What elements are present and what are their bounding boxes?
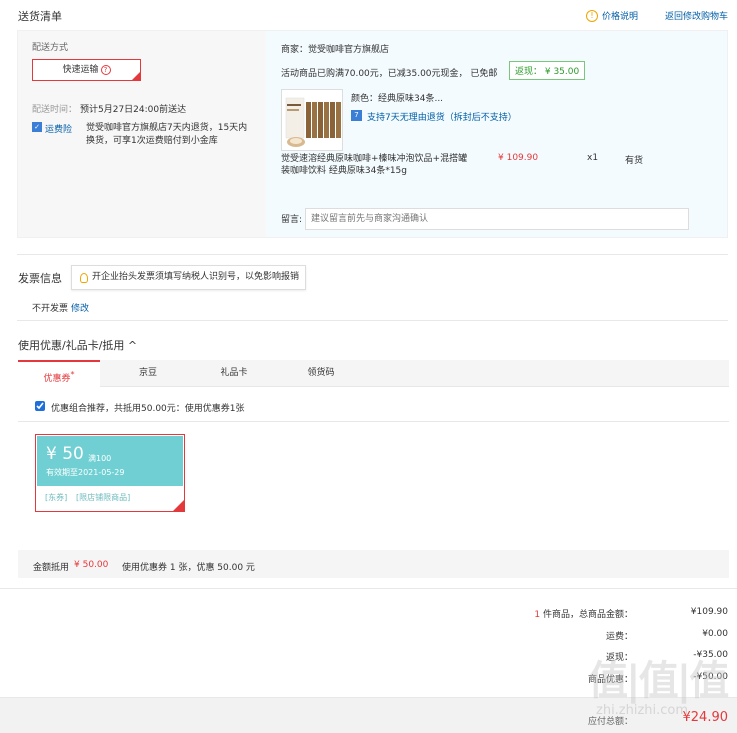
product-name-link[interactable]: 觉受速溶经典原味咖啡+榛味冲泡饮品+混搭罐装咖啡饮料 经典原味34条*15g (281, 153, 471, 177)
divider (17, 320, 728, 321)
delivery-time-label: 配送时间： (32, 105, 78, 115)
back-to-cart-link[interactable]: 返回修改购物车 (665, 9, 728, 22)
remark-input[interactable] (305, 208, 689, 230)
merchant-name: 商家：觉受咖啡官方旗舰店 (281, 45, 390, 55)
divider (17, 254, 728, 255)
shield-icon: ✓ (32, 122, 42, 132)
invoice-edit-link[interactable]: 修改 (71, 301, 89, 314)
tab-coupons-label: 优惠券 (43, 374, 71, 384)
product-image[interactable] (281, 89, 343, 151)
product-quantity: x1 (587, 153, 599, 163)
deduction-label: 金额抵用 (33, 563, 70, 573)
shipping-method-value: 快速运输 (62, 65, 99, 75)
divider (0, 588, 737, 589)
coupon-amount: ¥ 50 (46, 444, 84, 464)
combo-recommend-text: 优惠组合推荐，共抵用50.00元：使用优惠券1张 (51, 404, 245, 414)
tab-coupons[interactable]: 优惠券* (18, 360, 100, 387)
shipping-insurance-link[interactable]: 运费险 (45, 122, 72, 135)
shipping-method-button[interactable]: 快速运输? (32, 59, 141, 81)
tab-gift-card[interactable]: 礼品卡 (212, 360, 256, 387)
price-note-link[interactable]: ! 价格说明 (586, 9, 638, 22)
watermark-logo: 值|值|值 (588, 658, 729, 704)
invoice-value: 不开发票 (32, 304, 69, 314)
promo-text: 活动商品已购满70.00元，已减35.00元现金， 已免邮 (281, 69, 498, 79)
product-price: ¥ 109.90 (498, 153, 539, 163)
deduction-amount: ¥ 50.00 (74, 560, 109, 570)
items-total-label: 1 件商品，总商品金额： (534, 607, 633, 620)
cashback-badge: 返现： ¥ 35.00 (509, 61, 586, 80)
coupon-section-toggle[interactable]: 使用优惠/礼品卡/抵用 ^ (18, 337, 137, 353)
product-color: 颜色：经典原味34条... (351, 94, 444, 104)
coupon-tag-store-limit: [限店铺限商品] (76, 493, 131, 502)
items-total-value: ¥109.90 (690, 607, 728, 617)
tab-jingdou[interactable]: 京豆 (128, 360, 168, 387)
invoice-title: 发票信息 (18, 272, 62, 285)
selected-check-icon (172, 500, 184, 512)
return-policy-icon: 7 (351, 110, 362, 121)
stock-status: 有货 (625, 156, 644, 166)
help-icon[interactable]: ? (100, 65, 111, 75)
invoice-tip-text: 开企业抬头发票须填写纳税人识别号，以免影响报销 (92, 272, 300, 282)
warning-icon: ! (586, 9, 598, 22)
items-total-text: 件商品，总商品金额： (540, 610, 633, 620)
remark-label: 留言: (281, 215, 303, 225)
combo-recommend-checkbox[interactable] (35, 401, 45, 411)
coupon-validity: 有效期至2021-05-29 (46, 468, 125, 477)
watermark-url: zhi.zhizhi.com (596, 703, 689, 718)
return-policy-text: 支持7天无理由退货（拆封后不支持） (367, 113, 517, 123)
delivery-time-value: 预计5月27日24:00前送达 (80, 105, 187, 115)
coupon-tag-jd: [东券] (45, 493, 68, 502)
price-note-label: 价格说明 (602, 12, 639, 22)
payable-total-value: ¥24.90 (682, 710, 729, 725)
coupon-tabs: 优惠券* 京豆 礼品卡 领货码 (18, 360, 729, 387)
section-title-shipping-list: 送货清单 (18, 10, 62, 23)
tab-redeem-code[interactable]: 领货码 (299, 360, 343, 387)
coupon-condition: 满100 (88, 454, 112, 463)
shipping-insurance-desc: 觉受咖啡官方旗舰店7天内退货，15天内换货，可享1次运费赔付到小金库 (86, 123, 248, 146)
shipping-fee-value: ¥0.00 (702, 629, 728, 639)
invoice-tip: 开企业抬头发票须填写纳税人识别号，以免影响报销 (71, 265, 307, 290)
deduction-desc: 使用优惠券 1 张，优惠 50.00 元 (122, 563, 255, 573)
tab-coupons-star: * (70, 370, 75, 379)
shipping-fee-label: 运费： (605, 632, 633, 642)
shipping-method-label: 配送方式 (32, 43, 69, 53)
lightbulb-icon (80, 272, 88, 283)
